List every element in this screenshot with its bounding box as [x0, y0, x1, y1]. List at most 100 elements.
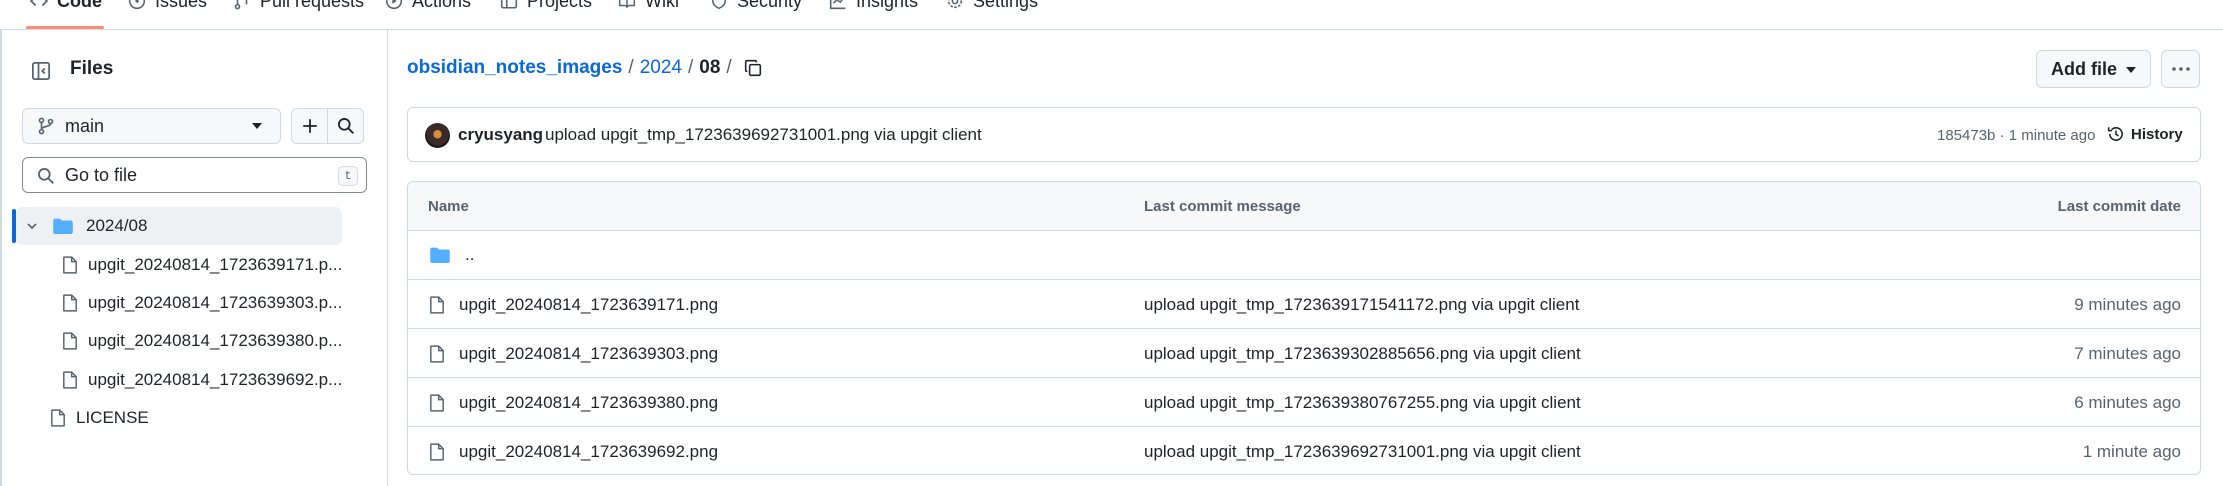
repo-nav: Code Issues Pull requests Actions Projec… — [0, 0, 2223, 30]
tree-folder-2024-08[interactable]: 2024/08 — [24, 216, 147, 236]
breadcrumb-current: 08 — [699, 57, 721, 78]
chevron-down-icon — [27, 223, 37, 230]
sidebar-title: Files — [70, 58, 114, 79]
breadcrumb-separator: / — [628, 57, 634, 78]
history-icon — [2107, 127, 2123, 141]
file-name-link[interactable]: upgit_20240814_1723639171.png — [459, 295, 718, 315]
file-name-link[interactable]: upgit_20240814_1723639303.png — [459, 344, 718, 364]
table-header: Name Last commit message Last commit dat… — [408, 182, 2200, 231]
book-icon — [618, 0, 636, 8]
tab-projects[interactable]: Projects — [500, 0, 592, 12]
parent-directory-cell: .. — [429, 245, 474, 265]
tab-label: Wiki — [645, 0, 679, 11]
history-button[interactable]: History — [2107, 125, 2183, 143]
tree-file-label: upgit_20240814_1723639380.p... — [88, 331, 343, 350]
tree-file-label: LICENSE — [76, 408, 149, 427]
file-name-link[interactable]: upgit_20240814_1723639692.png — [459, 442, 718, 462]
gear-icon — [947, 0, 963, 9]
tree-file[interactable]: upgit_20240814_1723639171.p... — [62, 255, 342, 275]
name-cell: upgit_20240814_1723639692.png — [429, 442, 718, 462]
column-header-date: Last commit date — [2057, 198, 2181, 215]
tab-security[interactable]: Security — [710, 0, 802, 12]
tree-file-label: upgit_20240814_1723639303.p... — [88, 293, 343, 312]
keyboard-shortcut-hint: t — [338, 166, 358, 186]
copy-path-button[interactable] — [744, 59, 762, 77]
file-list-table: Name Last commit message Last commit dat… — [407, 181, 2201, 475]
tab-settings[interactable]: Settings — [946, 0, 1038, 12]
search-icon — [337, 118, 354, 134]
parent-directory-row[interactable]: .. — [408, 231, 2200, 280]
commit-message-link[interactable]: upload upgit_tmp_1723639380767255.png vi… — [1144, 393, 1581, 413]
add-file-dropdown-button[interactable]: Add file — [2036, 50, 2151, 88]
table-icon — [500, 0, 518, 9]
tree-file-license[interactable]: LICENSE — [50, 408, 149, 428]
name-cell: upgit_20240814_1723639171.png — [429, 295, 718, 315]
add-file-button[interactable] — [291, 108, 328, 144]
breadcrumb-folder-link[interactable]: 2024 — [640, 57, 682, 79]
pull-request-icon — [234, 0, 248, 10]
table-row: upgit_20240814_1723639380.png upload upg… — [408, 378, 2200, 427]
folder-open-icon — [53, 218, 73, 234]
shield-icon — [712, 0, 726, 10]
plus-icon — [302, 119, 317, 133]
commit-message-link[interactable]: upload upgit_tmp_1723639692731001.png vi… — [1144, 442, 1581, 462]
git-branch-icon — [38, 117, 54, 135]
more-options-button[interactable] — [2161, 50, 2200, 88]
go-to-file-input[interactable]: Go to file t — [22, 157, 367, 193]
copy-icon — [744, 59, 761, 77]
column-header-name: Name — [428, 198, 469, 215]
branch-name: main — [65, 115, 105, 136]
commit-message-link[interactable]: upload upgit_tmp_1723639302885656.png vi… — [1144, 344, 1581, 364]
breadcrumb-separator: / — [687, 57, 694, 78]
tree-file[interactable]: upgit_20240814_1723639380.p... — [62, 331, 342, 351]
file-icon — [430, 296, 444, 314]
tab-issues[interactable]: Issues — [128, 0, 207, 12]
commit-hash-and-time[interactable]: 185473b · 1 minute ago — [1937, 127, 2095, 144]
tab-label: Code — [57, 0, 102, 11]
commit-date: 6 minutes ago — [2074, 393, 2181, 412]
tab-actions[interactable]: Actions — [385, 0, 471, 12]
search-icon — [38, 168, 54, 184]
search-files-button[interactable] — [327, 108, 364, 144]
branch-selector[interactable]: main — [22, 108, 281, 144]
tab-label: Security — [737, 0, 803, 11]
file-icon — [63, 332, 77, 350]
tab-pull-requests[interactable]: Pull requests — [233, 0, 364, 12]
commit-date: 7 minutes ago — [2074, 344, 2181, 363]
tab-code[interactable]: Code — [30, 0, 102, 12]
file-icon — [63, 256, 77, 274]
file-icon — [430, 394, 444, 412]
tab-wiki[interactable]: Wiki — [618, 0, 679, 12]
breadcrumb-repo-link[interactable]: obsidian_notes_images — [407, 57, 622, 79]
play-icon — [385, 0, 403, 10]
file-icon — [430, 345, 444, 363]
commit-author-link[interactable]: cryusyang — [458, 125, 543, 145]
sidebar-collapse-icon — [32, 62, 50, 80]
add-file-label: Add file — [2051, 58, 2117, 79]
name-cell: upgit_20240814_1723639303.png — [429, 344, 718, 364]
tree-file[interactable]: upgit_20240814_1723639303.p... — [62, 293, 342, 313]
commit-date: 9 minutes ago — [2074, 295, 2181, 314]
commit-message-link[interactable]: upload upgit_tmp_1723639171541172.png vi… — [1144, 295, 1579, 315]
graph-icon — [829, 0, 846, 10]
tab-insights[interactable]: Insights — [829, 0, 918, 12]
name-cell: upgit_20240814_1723639380.png — [429, 393, 718, 413]
parent-directory-link[interactable]: .. — [465, 245, 474, 265]
history-label: History — [2131, 125, 2183, 143]
file-icon — [63, 294, 77, 312]
kebab-horizontal-icon — [2171, 67, 2190, 71]
tab-label: Projects — [527, 0, 593, 11]
tree-file[interactable]: upgit_20240814_1723639692.p... — [62, 370, 342, 390]
tab-label: Pull requests — [260, 0, 365, 11]
active-tab-indicator — [26, 26, 104, 29]
column-header-message: Last commit message — [1144, 198, 1301, 215]
folder-icon — [430, 247, 450, 263]
file-name-link[interactable]: upgit_20240814_1723639380.png — [459, 393, 718, 413]
go-to-file-placeholder: Go to file — [65, 164, 138, 185]
breadcrumb: obsidian_notes_images / 2024 / 08 / — [407, 57, 762, 79]
commit-message-link[interactable]: upload upgit_tmp_1723639692731001.png vi… — [545, 125, 982, 145]
collapse-sidebar-button[interactable] — [26, 56, 56, 86]
issue-icon — [128, 0, 146, 10]
commit-date: 1 minute ago — [2082, 442, 2181, 461]
avatar[interactable] — [425, 123, 450, 148]
